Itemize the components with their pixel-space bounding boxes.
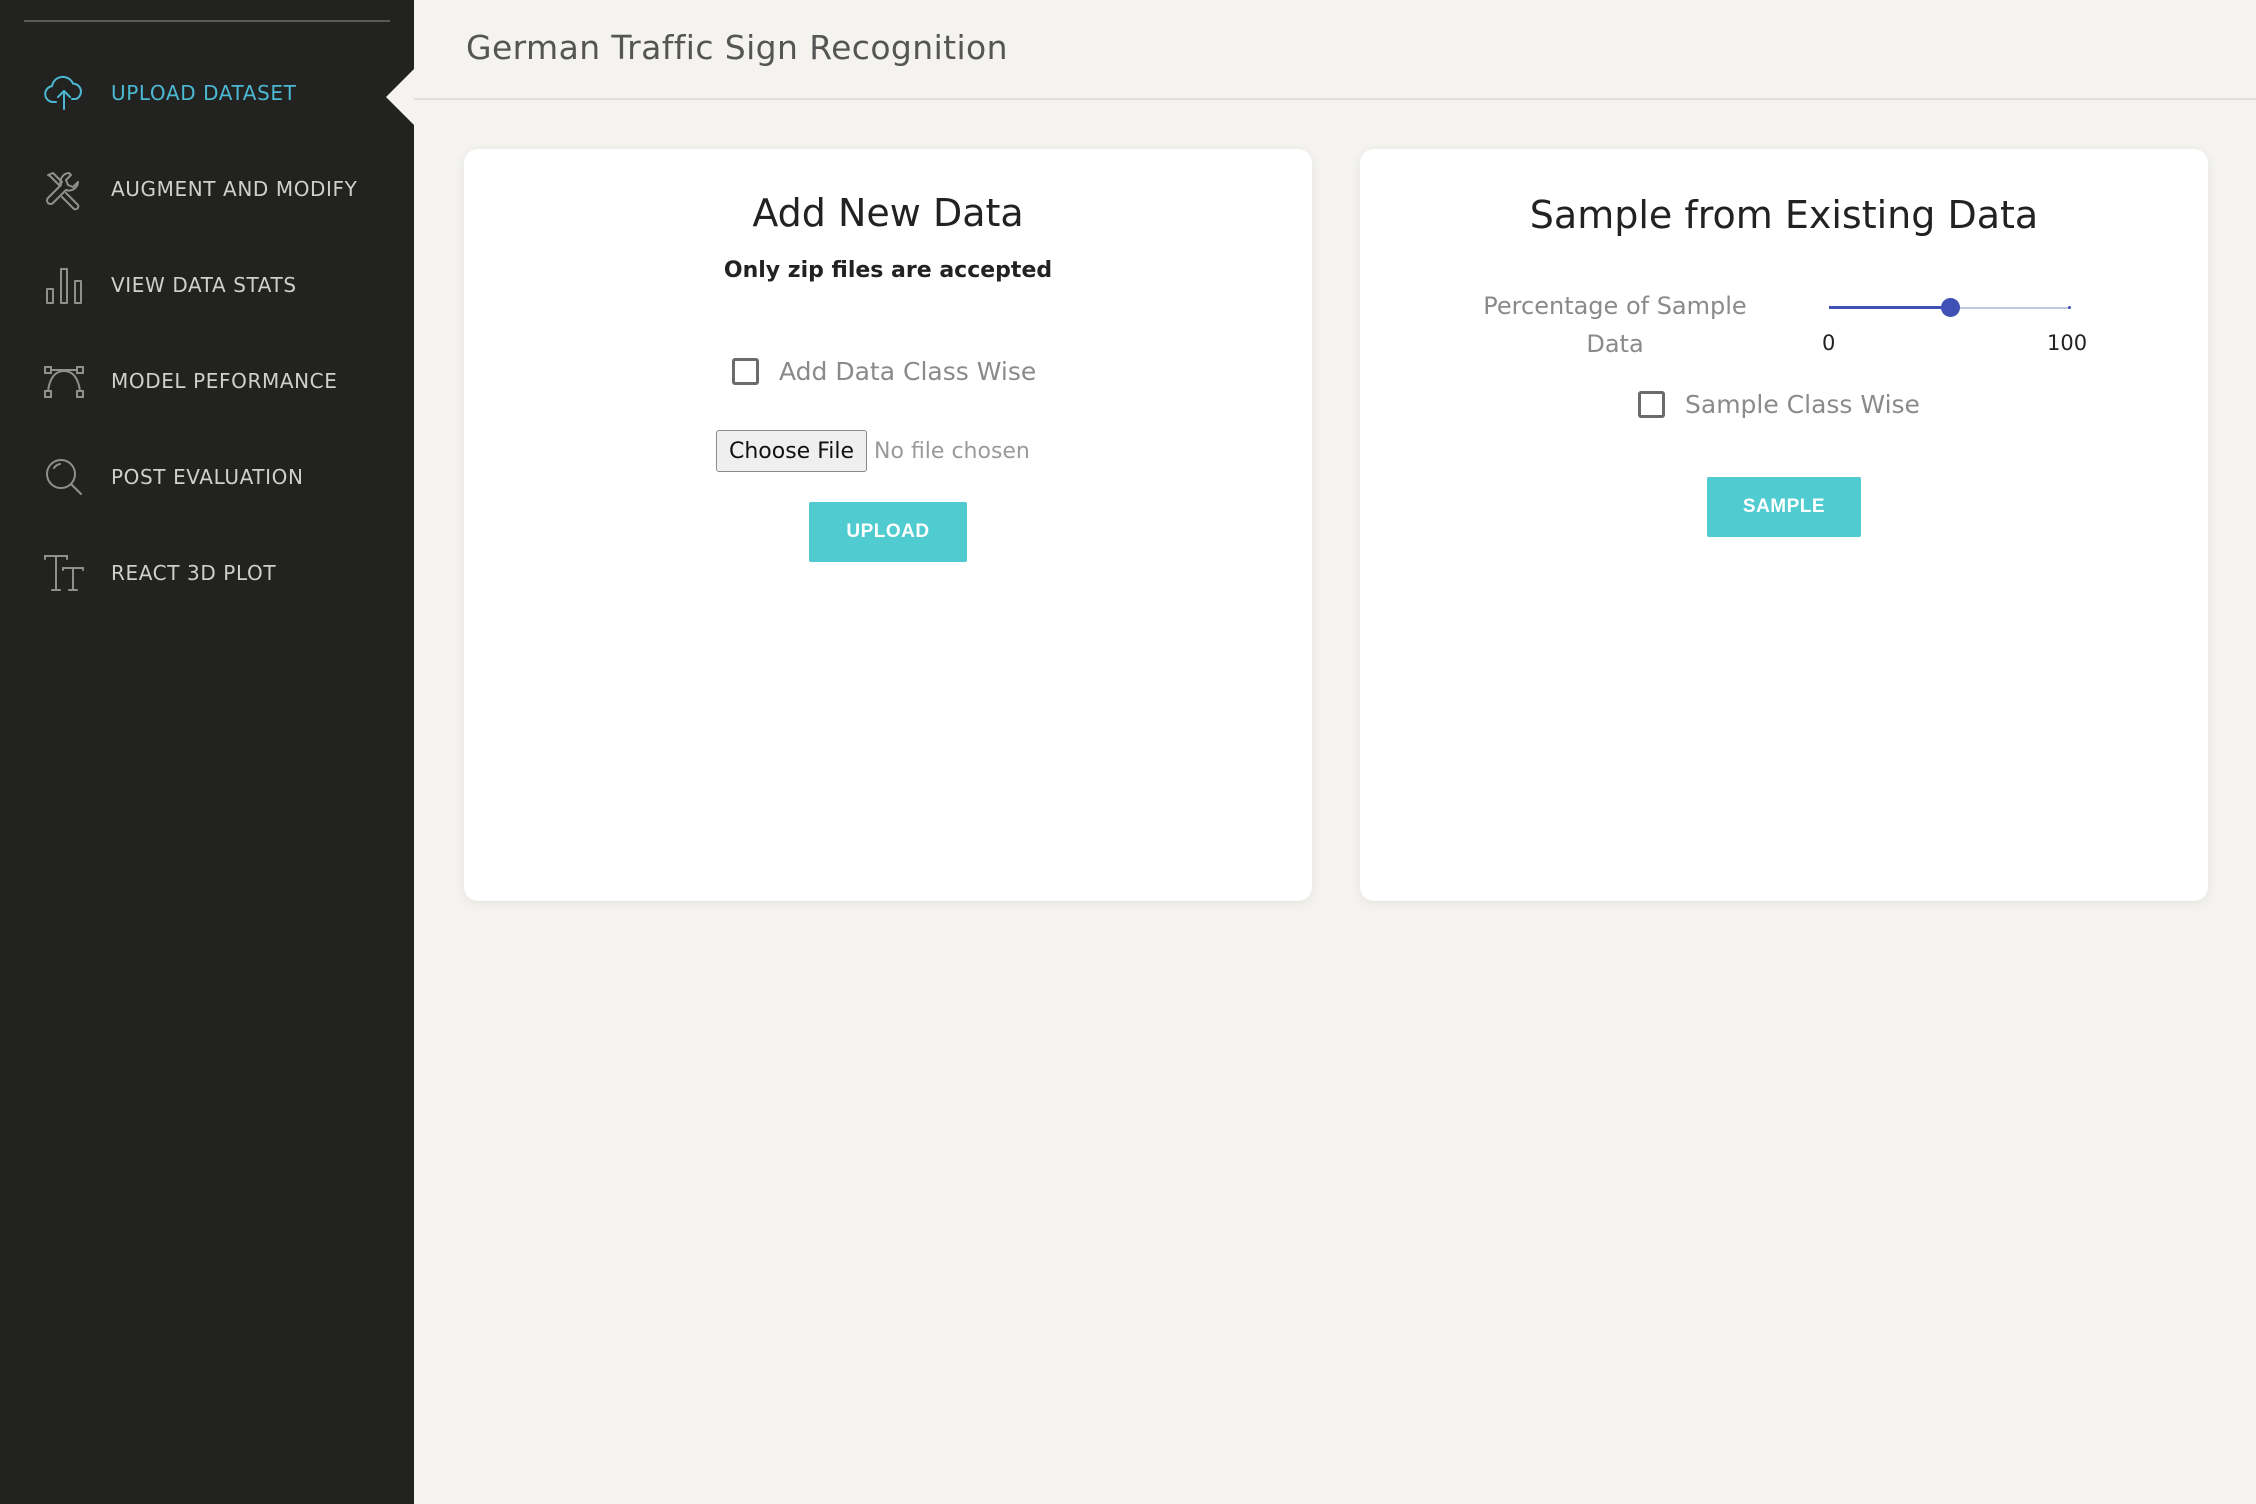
sample-percentage-slider[interactable] [1829,298,2071,317]
checkbox-label: Sample Class Wise [1685,390,1920,419]
tools-icon [40,165,88,213]
sidebar: UPLOAD DATASET AUGMENT AND MODIFY VIEW D… [0,0,414,1504]
sample-existing-data-card: Sample from Existing Data Percentage of … [1360,149,2208,901]
sidebar-item-label: VIEW DATA STATS [111,273,297,297]
slider-end-mark [2068,306,2071,309]
sidebar-item-view-data-stats[interactable]: VIEW DATA STATS [0,255,414,315]
sidebar-item-label: MODEL PEFORMANCE [111,369,338,393]
slider-thumb[interactable] [1940,298,1960,317]
sidebar-item-label: REACT 3D PLOT [111,561,277,585]
add-data-class-wise-row[interactable]: Add Data Class Wise [732,357,1036,386]
sample-class-wise-checkbox[interactable] [1638,391,1665,418]
bar-chart-icon [40,261,88,309]
header-bar: German Traffic Sign Recognition [414,0,2256,100]
slider-caption: Percentage of Sample Data [1483,292,1747,358]
file-status: No file chosen [874,438,1030,464]
card-title: Sample from Existing Data [1529,193,2039,237]
slider-fill [1829,306,1950,309]
page-title: German Traffic Sign Recognition [466,28,1008,67]
sidebar-item-post-evaluation[interactable]: POST EVALUATION [0,447,414,507]
sidebar-item-augment-and-modify[interactable]: AUGMENT AND MODIFY [0,159,414,219]
card-title: Add New Data [752,191,1024,235]
slider-max-label: 100 [2047,331,2088,355]
slider-min-label: 0 [1822,331,1836,355]
sidebar-divider [24,20,390,22]
sidebar-item-model-performance[interactable]: MODEL PEFORMANCE [0,351,414,411]
add-data-class-wise-checkbox[interactable] [732,358,759,385]
sample-button[interactable]: SAMPLE [1707,477,1861,537]
bezier-curve-icon [40,357,88,405]
add-new-data-card: Add New Data Only zip files are accepted… [464,149,1312,901]
file-input[interactable]: Choose File No file chosen [716,430,1030,472]
choose-file-button[interactable]: Choose File [716,430,868,472]
checkbox-label: Add Data Class Wise [779,357,1037,386]
sidebar-item-label: POST EVALUATION [111,465,304,489]
sidebar-item-label: UPLOAD DATASET [111,81,297,105]
upload-button[interactable]: UPLOAD [809,502,967,562]
search-icon [40,453,88,501]
sidebar-item-label: AUGMENT AND MODIFY [111,177,358,201]
accepted-format-note: Only zip files are accepted [723,258,1053,283]
sample-class-wise-row[interactable]: Sample Class Wise [1638,390,1920,419]
active-indicator [386,69,414,125]
text-size-icon [40,549,88,597]
cloud-upload-icon [40,69,88,117]
sidebar-item-upload-dataset[interactable]: UPLOAD DATASET [0,63,414,123]
sidebar-item-react-3d-plot[interactable]: REACT 3D PLOT [0,543,414,603]
